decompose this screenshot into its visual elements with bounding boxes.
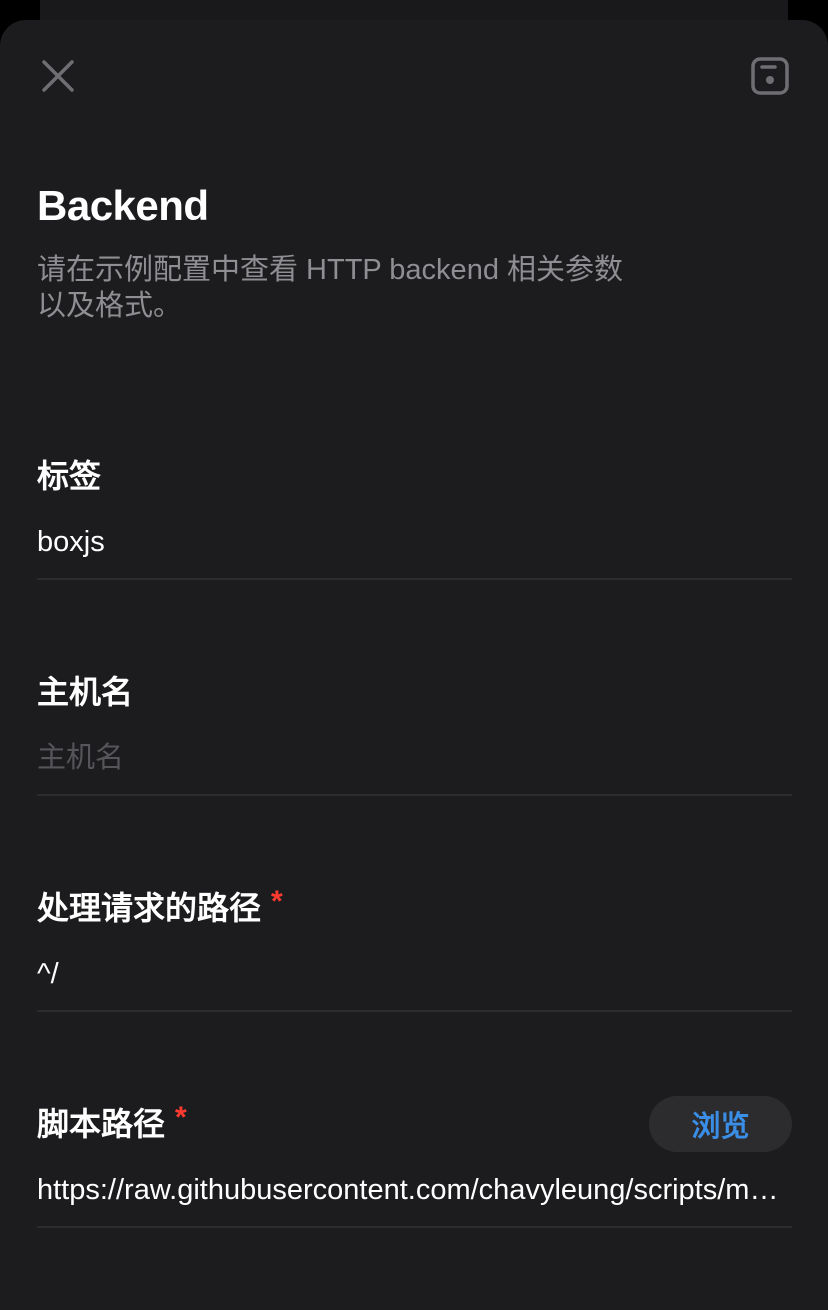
required-mark: * xyxy=(271,885,283,918)
hostname-underline xyxy=(37,794,792,796)
path-input[interactable] xyxy=(37,952,792,996)
page-subtitle: 请在示例配置中查看 HTTP backend 相关参数 以及格式。 xyxy=(37,254,624,322)
hostname-field: 主机名 xyxy=(37,670,792,796)
path-label-text: 处理请求的路径 xyxy=(37,890,262,926)
tag-input[interactable] xyxy=(37,520,792,564)
hostname-label: 主机名 xyxy=(37,670,792,714)
tag-underline xyxy=(37,578,792,580)
required-mark: * xyxy=(175,1101,187,1134)
save-button[interactable] xyxy=(746,52,794,100)
tag-field: 标签 xyxy=(37,454,792,580)
script-path-input[interactable] xyxy=(37,1168,792,1212)
script-path-field: 脚本路径 * 浏览 xyxy=(37,1096,792,1228)
browse-button[interactable]: 浏览 xyxy=(649,1096,792,1152)
path-field: 处理请求的路径 * xyxy=(37,885,792,1012)
script-path-label-text: 脚本路径 xyxy=(37,1106,166,1142)
close-icon xyxy=(42,60,74,92)
tag-label: 标签 xyxy=(37,454,792,498)
close-button[interactable] xyxy=(34,52,82,100)
hostname-input[interactable] xyxy=(37,736,792,780)
tag-label-text: 标签 xyxy=(37,458,102,494)
backend-edit-sheet: Backend 请在示例配置中查看 HTTP backend 相关参数 以及格式… xyxy=(0,20,828,1310)
path-underline xyxy=(37,1010,792,1012)
script-path-underline xyxy=(37,1226,792,1228)
save-icon xyxy=(751,57,789,95)
page-title: Backend xyxy=(37,182,209,229)
hostname-label-text: 主机名 xyxy=(37,674,134,710)
path-label: 处理请求的路径 * xyxy=(37,885,792,930)
